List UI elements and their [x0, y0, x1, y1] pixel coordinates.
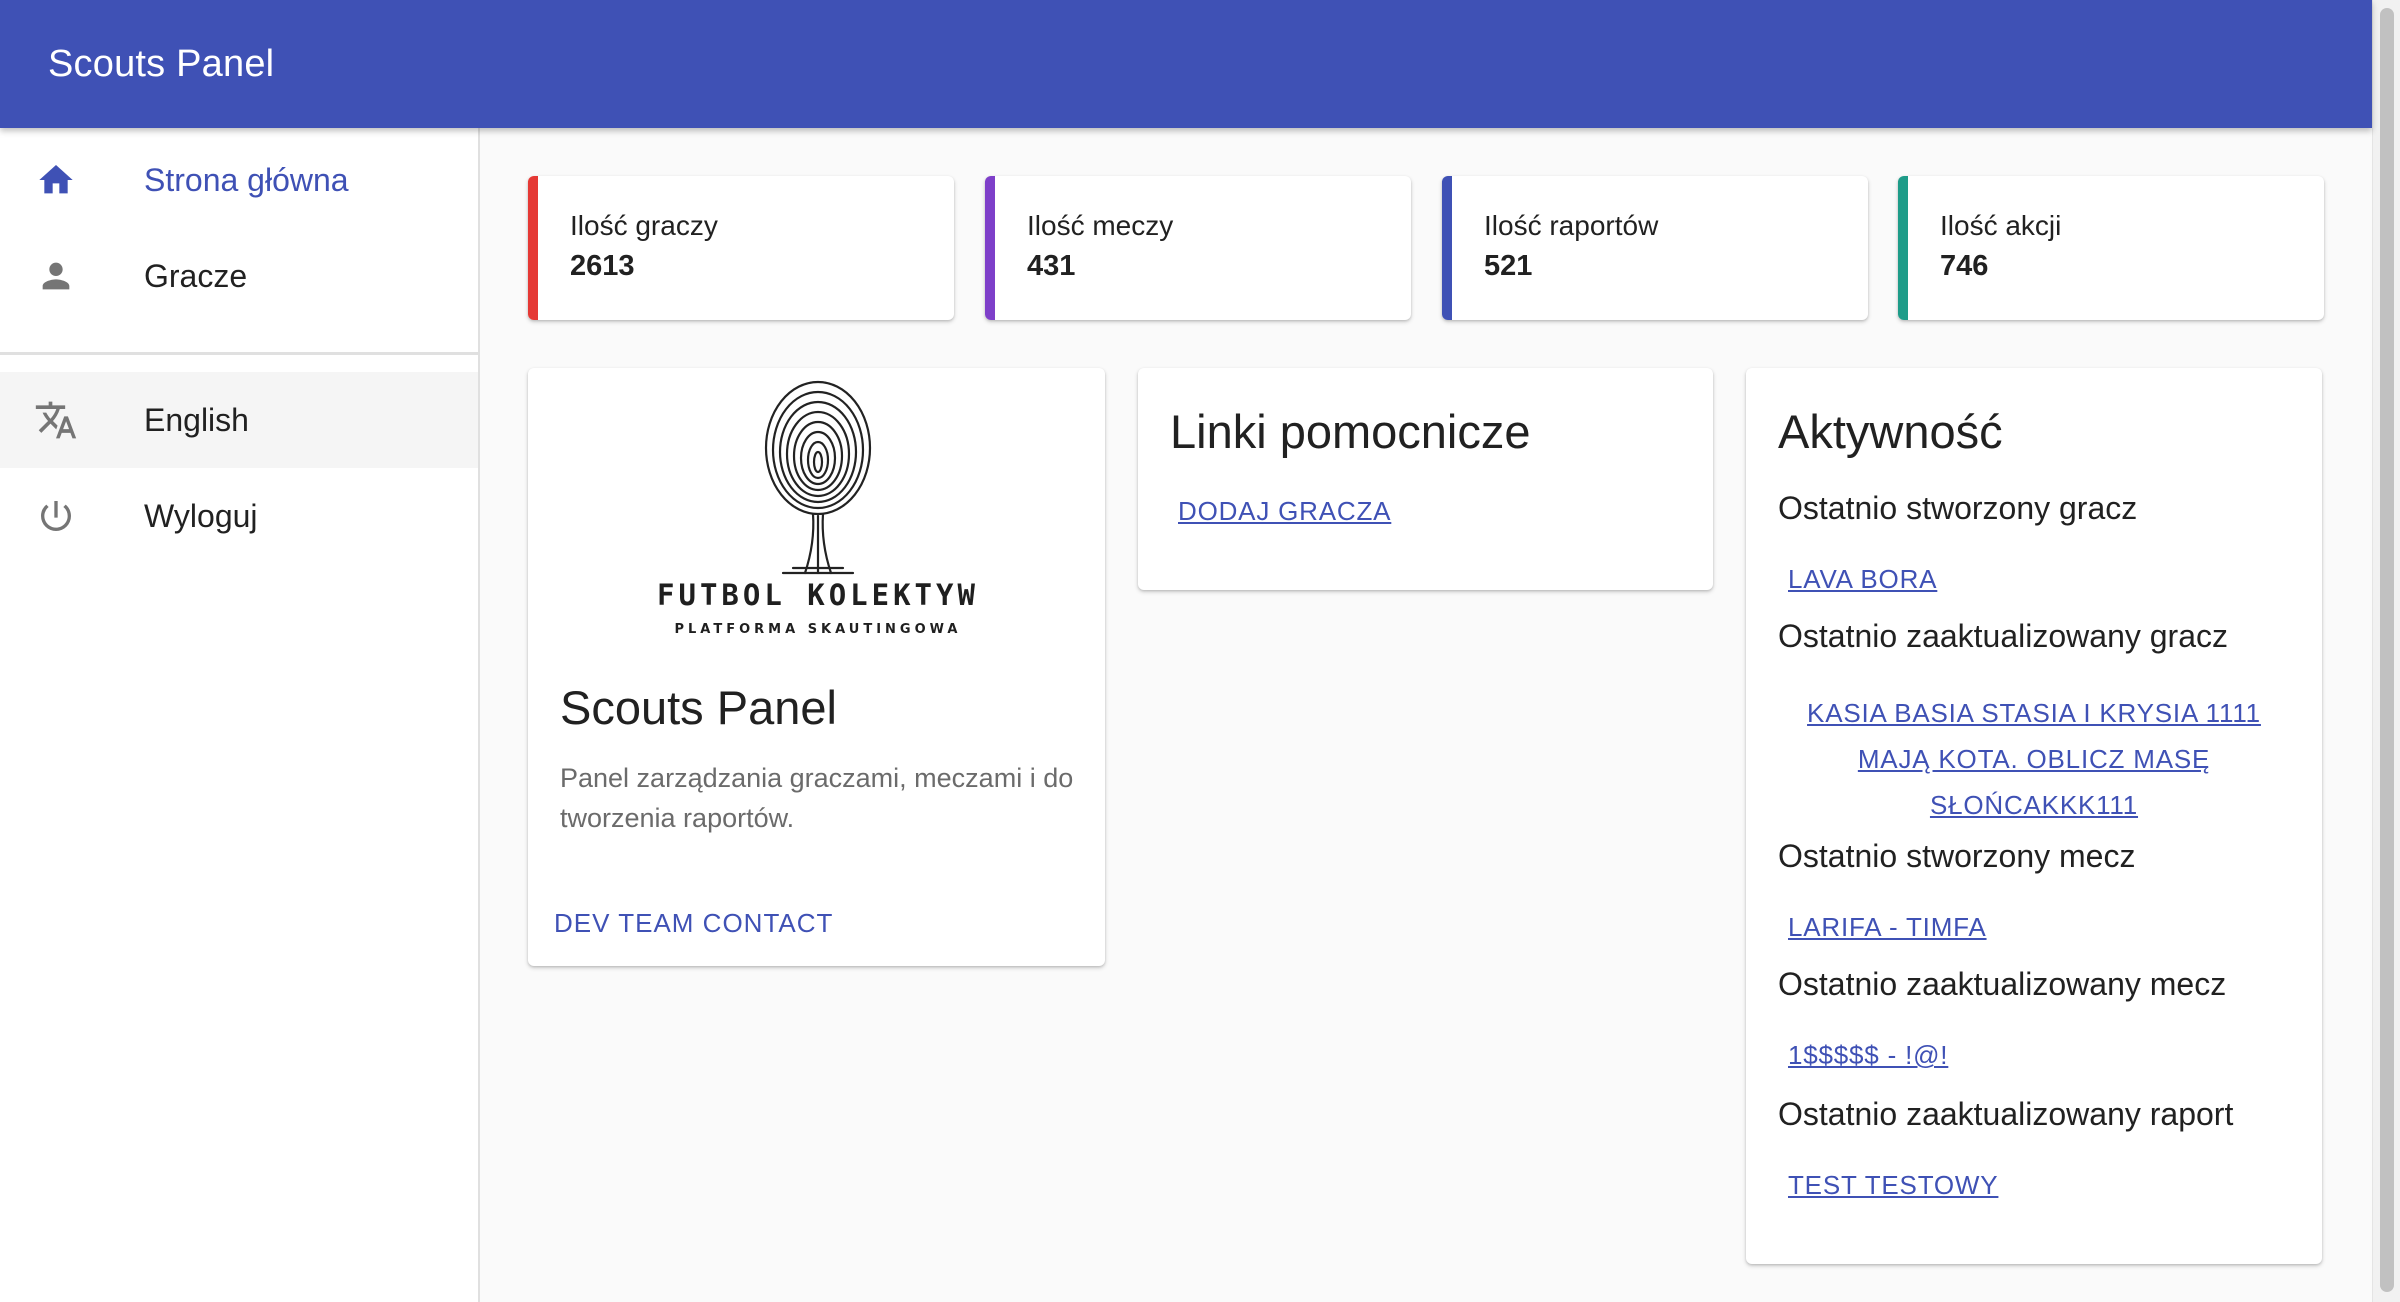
logo: FUTBOL KOLEKTYW PLATFORMA SKAUTINGOWA	[628, 378, 1008, 638]
activity-label: Ostatnio stworzony gracz	[1778, 490, 2138, 526]
stat-accent	[1442, 176, 1452, 320]
home-icon	[34, 158, 78, 202]
sidebar: Strona główna Gracze English Wyloguj	[0, 128, 480, 1302]
stat-value: 521	[1484, 250, 1533, 282]
activity-link[interactable]: LARIFA - TIMFA	[1788, 912, 1987, 943]
about-description: Panel zarządzania graczami, meczami i do…	[560, 763, 1074, 833]
sidebar-item-logout[interactable]: Wyloguj	[0, 468, 478, 564]
activity-link[interactable]: 1$$$$$ - !@!	[1788, 1040, 1948, 1071]
about-card: FUTBOL KOLEKTYW PLATFORMA SKAUTINGOWA Sc…	[528, 368, 1105, 966]
stat-value: 431	[1027, 250, 1076, 282]
power-icon	[34, 494, 78, 538]
dev-team-contact-button[interactable]: Dev team contact	[554, 908, 833, 939]
fingerprint-icon	[764, 380, 872, 575]
links-card: Linki pomocnicze Dodaj gracza	[1138, 368, 1713, 590]
activity-link[interactable]: Lava Bora	[1788, 564, 1937, 595]
sidebar-item-label: Wyloguj	[144, 497, 258, 534]
scrollbar-thumb[interactable]	[2380, 8, 2394, 1292]
translate-icon	[34, 398, 78, 442]
app-title: Scouts Panel	[48, 42, 275, 85]
sidebar-item-label: English	[144, 401, 249, 438]
sidebar-item-label: Strona główna	[144, 161, 349, 198]
sidebar-divider	[0, 352, 478, 355]
stat-label: Ilość meczy	[1027, 210, 1174, 241]
links-title: Linki pomocnicze	[1170, 405, 1531, 458]
stat-card-players: Ilość graczy 2613	[528, 176, 954, 320]
sidebar-item-label: Gracze	[144, 257, 248, 294]
page-scrollbar[interactable]	[2372, 0, 2400, 1302]
sidebar-item-language[interactable]: English	[0, 372, 478, 468]
person-icon	[34, 254, 78, 298]
stat-value: 2613	[570, 250, 635, 282]
stat-label: Ilość akcji	[1940, 210, 2062, 241]
stat-value: 746	[1940, 250, 1989, 282]
stat-card-reports: Ilość raportów 521	[1442, 176, 1868, 320]
activity-label: Ostatnio zaaktualizowany raport	[1778, 1096, 2234, 1132]
stat-card-matches: Ilość meczy 431	[985, 176, 1411, 320]
activity-title: Aktywność	[1778, 405, 2003, 458]
stat-label: Ilość graczy	[570, 210, 718, 241]
stat-card-actions: Ilość akcji 746	[1898, 176, 2324, 320]
about-title: Scouts Panel	[560, 681, 837, 734]
activity-card: Aktywność Ostatnio stworzony gracz Lava …	[1746, 368, 2322, 1264]
stat-label: Ilość raportów	[1484, 210, 1659, 241]
activity-link[interactable]: KASIA BASIA STASIA I KRYSIA 1111 MAJĄ KO…	[1788, 690, 2280, 828]
add-player-link[interactable]: Dodaj gracza	[1178, 496, 1391, 527]
app-bar: Scouts Panel	[0, 0, 2372, 128]
activity-label: Ostatnio zaaktualizowany gracz	[1778, 618, 2228, 654]
logo-subtext: PLATFORMA SKAUTINGOWA	[674, 622, 962, 637]
stat-accent	[1898, 176, 1908, 320]
logo-text: FUTBOL KOLEKTYW	[657, 578, 979, 612]
activity-label: Ostatnio stworzony mecz	[1778, 838, 2136, 874]
stat-accent	[985, 176, 995, 320]
sidebar-item-players[interactable]: Gracze	[0, 228, 478, 324]
stat-accent	[528, 176, 538, 320]
sidebar-item-home[interactable]: Strona główna	[0, 132, 478, 228]
activity-label: Ostatnio zaaktualizowany mecz	[1778, 966, 2227, 1002]
activity-link[interactable]: TEST TESTOWY	[1788, 1170, 1998, 1201]
